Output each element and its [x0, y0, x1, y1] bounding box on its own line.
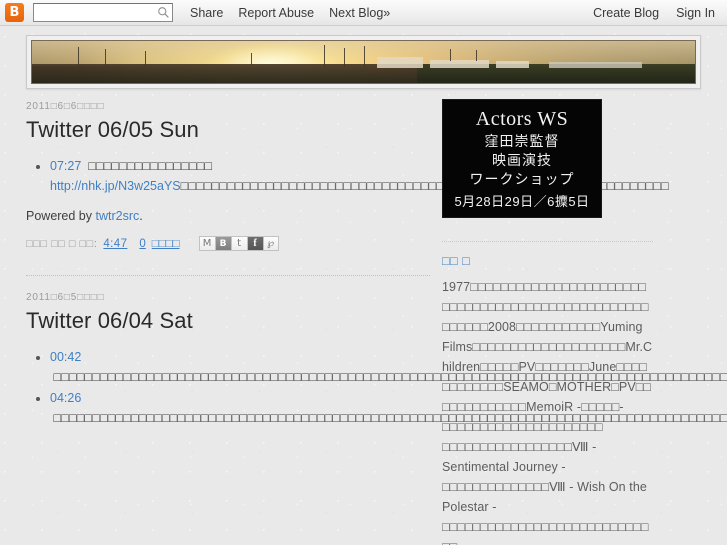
blog-header: [26, 35, 701, 89]
nav-link-sign-in[interactable]: Sign In: [676, 6, 715, 20]
pinterest-share-icon[interactable]: ℘: [262, 236, 279, 251]
sidebar-divider: [442, 241, 653, 242]
share-icon-group: M B t f ℘: [198, 236, 279, 251]
ad-line-3: 映画演技: [492, 151, 552, 168]
search-box: [33, 3, 173, 22]
post-title[interactable]: Twitter 06/04 Sat: [26, 308, 430, 334]
post-footer: □□□ □□ □ □□: 4:47 0 □□□□ M B t f ℘: [26, 236, 430, 251]
powered-by-suffix: .: [139, 209, 143, 223]
ad-line-4: ワークショップ: [469, 170, 575, 187]
list-item: 07:27 □□□□□□□□□□□□□□□□ http://nhk.jp/N3w…: [50, 156, 669, 196]
post-divider: [26, 275, 430, 276]
posted-by-label: □□□ □□ □ □□:: [26, 237, 98, 250]
facebook-share-icon[interactable]: f: [246, 236, 263, 251]
main-column: 2011□6□6□□□□ Twitter 06/05 Sun 07:27 □□□…: [26, 89, 727, 545]
navbar-account-links: Create Blog Sign In: [593, 6, 719, 20]
list-item: 00:42 □□□□□□□□□□□□□□□□□□□□□□□□□□□□□□□□□□…: [50, 347, 727, 387]
twtr2src-link[interactable]: twtr2src: [95, 209, 139, 223]
comment-count[interactable]: 0: [139, 238, 145, 250]
comments-link[interactable]: □□□□: [152, 238, 180, 250]
twitter-share-icon[interactable]: t: [230, 236, 247, 251]
nav-link-create-blog[interactable]: Create Blog: [593, 6, 659, 20]
tweet-timestamp-link[interactable]: 07:27: [50, 159, 81, 173]
nav-link-share[interactable]: Share: [190, 6, 223, 20]
tweet-url-link[interactable]: http://nhk.jp/N3w25aYS: [50, 179, 181, 193]
post-title[interactable]: Twitter 06/05 Sun: [26, 117, 430, 143]
page-shell: [0, 26, 727, 89]
list-item: 04:26 □□□□□□□□□□□□□□□□□□□□□□□□□□□□□□□□□□…: [50, 388, 727, 428]
profile-widget-title[interactable]: □□ □: [442, 254, 653, 268]
navbar-links: Share Report Abuse Next Blog»: [190, 6, 390, 20]
nav-link-report-abuse[interactable]: Report Abuse: [238, 6, 314, 20]
post-time-link[interactable]: 4:47: [103, 238, 127, 250]
sidebar: Actors WS 窪田崇監督 映画演技 ワークショップ 5月28日29日／6攈…: [442, 89, 653, 545]
blogger-logo-icon[interactable]: B: [5, 3, 24, 22]
tweet-timestamp-link[interactable]: 00:42: [50, 350, 81, 364]
actors-ws-ad-image[interactable]: Actors WS 窪田崇監督 映画演技 ワークショップ 5月28日29日／6攈…: [442, 99, 602, 218]
gmail-share-icon[interactable]: M: [198, 236, 215, 251]
ad-dates: 5月28日29日／6攈5日: [454, 193, 590, 209]
powered-by: Powered by twtr2src.: [26, 209, 430, 223]
blog-post: 2011□6□6□□□□ Twitter 06/05 Sun 07:27 □□□…: [26, 101, 669, 253]
blogger-navbar: B Share Report Abuse Next Blog» Create B…: [0, 0, 727, 26]
powered-by-prefix: Powered by: [26, 209, 96, 223]
post-date: 2011□6□6□□□□: [26, 101, 105, 112]
blog-post: 2011□6□5□□□□ Twitter 06/04 Sat 00:42 □□□…: [26, 292, 727, 431]
tweet-list: 07:27 □□□□□□□□□□□□□□□□ http://nhk.jp/N3w…: [26, 156, 669, 196]
post-date: 2011□6□5□□□□: [26, 292, 105, 303]
tweet-list: 00:42 □□□□□□□□□□□□□□□□□□□□□□□□□□□□□□□□□□…: [26, 347, 727, 428]
content-columns: 2011□6□6□□□□ Twitter 06/05 Sun 07:27 □□□…: [0, 89, 727, 545]
ad-title: Actors WS: [475, 107, 569, 130]
nav-link-next-blog[interactable]: Next Blog»: [329, 6, 390, 20]
tweet-timestamp-link[interactable]: 04:26: [50, 391, 81, 405]
search-input[interactable]: [33, 3, 173, 22]
tweet-text: □□□□□□□□□□□□□□□□: [88, 159, 213, 173]
ad-line-2: 窪田崇監督: [484, 132, 560, 149]
blogger-share-icon[interactable]: B: [214, 236, 231, 251]
blog-header-banner-image: [31, 40, 696, 84]
profile-description: 1977□□□□□□□□□□□□□□□□□□□□□□□□□□□□□□□□□□□□…: [442, 280, 653, 545]
